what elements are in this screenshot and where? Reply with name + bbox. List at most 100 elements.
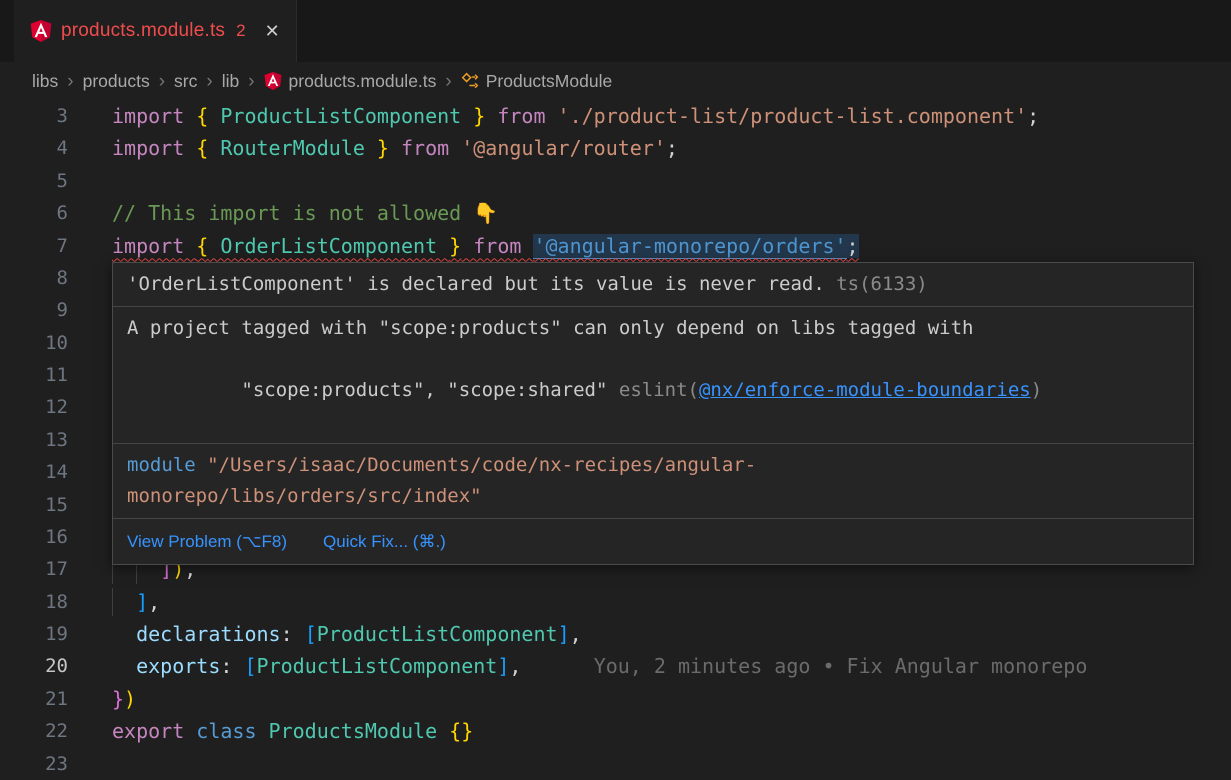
line-number[interactable]: 15 (0, 489, 68, 521)
line-number[interactable]: 23 (0, 748, 68, 780)
close-icon[interactable]: ✕ (265, 21, 280, 42)
line-number[interactable]: 11 (0, 359, 68, 391)
code-token: : (281, 622, 305, 646)
view-problem-action[interactable]: View Problem (⌥F8) (127, 526, 287, 557)
code-token: import (112, 234, 196, 258)
hover-actions: View Problem (⌥F8) Quick Fix... (⌘.) (113, 519, 1193, 564)
code-line-21[interactable]: 21}) (0, 683, 1231, 715)
code-token: [ (305, 622, 317, 646)
code-token: RouterModule (208, 136, 377, 160)
code-token: exports (136, 654, 220, 678)
tab-products-module[interactable]: products.module.ts 2 ✕ (14, 0, 297, 62)
ts-diagnostic-message: 'OrderListComponent' is declared but its… (127, 273, 836, 295)
code-line-5[interactable]: 5 (0, 165, 1231, 197)
line-number[interactable]: 16 (0, 521, 68, 553)
code-token: , (148, 590, 160, 614)
code-token: } (449, 234, 461, 258)
line-number[interactable]: 10 (0, 327, 68, 359)
ts-diagnostic: 'OrderListComponent' is declared but its… (113, 263, 1193, 307)
code-token: from (461, 234, 533, 258)
code-token: import (112, 136, 196, 160)
code-token: , (570, 622, 582, 646)
line-number[interactable]: 21 (0, 683, 68, 715)
line-number[interactable]: 4 (0, 132, 68, 164)
code-token: { (196, 136, 208, 160)
eslint-rule-link[interactable]: @nx/enforce-module-boundaries (699, 379, 1031, 401)
code-editor[interactable]: 3 import { ProductListComponent } from '.… (0, 100, 1231, 780)
code-token: { (196, 104, 208, 128)
code-line-18[interactable]: 18 ], (0, 586, 1231, 618)
code-line-20[interactable]: 20 exports: [ProductListComponent],You, … (0, 650, 1231, 682)
problem-hover-popup: 'OrderListComponent' is declared but its… (112, 262, 1194, 565)
breadcrumb-item-lib[interactable]: lib (222, 71, 240, 92)
code-token: export (112, 719, 196, 743)
tab-problems-badge: 2 (236, 21, 245, 41)
eslint-message-line1: A project tagged with "scope:products" c… (127, 313, 1179, 344)
code-token: ; (1027, 104, 1039, 128)
code-token: ) (124, 687, 136, 711)
symbol-class-icon (461, 72, 479, 90)
code-token: '@angular/router' (461, 136, 666, 160)
line-number[interactable]: 17 (0, 553, 68, 585)
code-token: '@angular-monorepo/orders' (533, 234, 846, 259)
code-token: ] (558, 622, 570, 646)
line-number[interactable]: 13 (0, 424, 68, 456)
indent-guide (112, 588, 113, 616)
code-token: } (473, 104, 485, 128)
module-path-line1: "/Users/isaac/Documents/code/nx-recipes/… (207, 454, 756, 476)
code-token (112, 590, 136, 614)
line-number[interactable]: 9 (0, 294, 68, 326)
git-blame-annotation: You, 2 minutes ago • Fix Angular monorep… (594, 654, 1088, 678)
code-token: ; (666, 136, 678, 160)
line-number[interactable]: 20 (0, 650, 68, 682)
code-token: from (389, 136, 461, 160)
breadcrumb-item-symbol[interactable]: ProductsModule (461, 71, 612, 92)
line-number[interactable]: 22 (0, 715, 68, 747)
chevron-right-icon: › (206, 72, 212, 91)
breadcrumb-item-libs[interactable]: libs (32, 71, 58, 92)
line-number[interactable]: 7 (0, 230, 68, 262)
code-token: ] (497, 654, 509, 678)
code-token: } (112, 687, 124, 711)
code-line-6[interactable]: 6// This import is not allowed 👇 (0, 197, 1231, 229)
code-token: './product-list/product-list.component' (558, 104, 1028, 128)
code-line-19[interactable]: 19 declarations: [ProductListComponent], (0, 618, 1231, 650)
line-number[interactable]: 14 (0, 456, 68, 488)
breadcrumb-item-src[interactable]: src (174, 71, 197, 92)
code-line-4[interactable]: 4import { RouterModule } from '@angular/… (0, 132, 1231, 164)
module-path-info: module "/Users/isaac/Documents/code/nx-r… (113, 444, 1193, 519)
eslint-source-prefix: eslint( (619, 379, 699, 401)
quick-fix-action[interactable]: Quick Fix... (⌘.) (323, 526, 446, 557)
vscode-window: products.module.ts 2 ✕ libs › products ›… (0, 0, 1231, 780)
code-line-3[interactable]: 3import { ProductListComponent } from '.… (0, 100, 1231, 132)
code-line-7[interactable]: 7import { OrderListComponent } from '@an… (0, 230, 1231, 262)
line-number[interactable]: 12 (0, 391, 68, 423)
line-number[interactable]: 5 (0, 165, 68, 197)
chevron-right-icon: › (159, 72, 165, 91)
breadcrumb-item-file[interactable]: products.module.ts (264, 71, 437, 92)
breadcrumb: libs › products › src › lib › products.m… (0, 62, 1231, 100)
line-number[interactable]: 18 (0, 586, 68, 618)
code-token: ProductListComponent (317, 622, 558, 646)
line-number[interactable]: 19 (0, 618, 68, 650)
code-token: { (196, 234, 208, 258)
code-token: ProductListComponent (208, 104, 473, 128)
line-number[interactable]: 6 (0, 197, 68, 229)
code-token (112, 622, 136, 646)
tab-bar: products.module.ts 2 ✕ (0, 0, 1231, 62)
line-number[interactable]: 8 (0, 262, 68, 294)
code-token: ProductListComponent (257, 654, 498, 678)
code-line-22[interactable]: 22export class ProductsModule {} (0, 715, 1231, 747)
code-token: class (196, 719, 268, 743)
breadcrumb-item-products[interactable]: products (83, 71, 150, 92)
angular-icon (264, 72, 282, 90)
code-line-23[interactable]: 23 (0, 748, 1231, 780)
code-token (112, 654, 136, 678)
code-token: ; (847, 234, 859, 258)
chevron-right-icon: › (248, 72, 254, 91)
code-token: from (485, 104, 557, 128)
line-number[interactable]: 3 (0, 100, 68, 132)
tab-title: products.module.ts (61, 20, 225, 42)
chevron-right-icon: › (67, 72, 73, 91)
code-token: [ (244, 654, 256, 678)
